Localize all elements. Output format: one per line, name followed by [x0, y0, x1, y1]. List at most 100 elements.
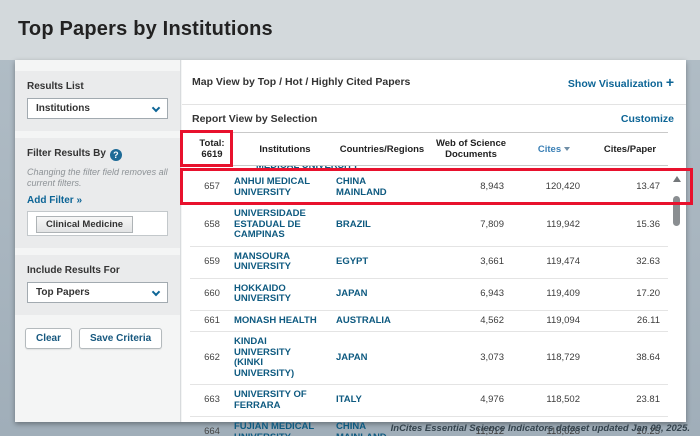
- docs-cell: 4,976: [428, 395, 514, 406]
- report-view-title: Report View by Selection: [192, 113, 317, 125]
- vertical-scroll-thumb[interactable]: [673, 196, 680, 226]
- map-view-bar: Map View by Top / Hot / Highly Cited Pap…: [182, 60, 686, 105]
- col-header-cites-per-paper[interactable]: Cites/Paper: [594, 144, 666, 155]
- institution-link[interactable]: FUJIAN MEDICAL UNIVERSITY: [234, 422, 336, 436]
- table-row-657[interactable]: 657 ANHUI MEDICAL UNIVERSITY CHINA MAINL…: [190, 172, 668, 204]
- total-header: Total: 6619: [190, 138, 234, 160]
- country-cell: JAPAN: [336, 353, 428, 364]
- institution-link[interactable]: HOKKAIDO UNIVERSITY: [234, 284, 336, 305]
- cites-per-paper-cell: 13.47: [594, 182, 666, 193]
- cites-per-paper-cell: 15.36: [594, 220, 666, 231]
- chevron-down-icon: [152, 104, 160, 112]
- country-cell: EGYPT: [336, 257, 428, 268]
- filter-section: Filter Results By? Changing the filter f…: [15, 138, 180, 248]
- page-title: Top Papers by Institutions: [18, 18, 273, 41]
- country-cell: AUSTRALIA: [336, 316, 428, 327]
- total-value: 6619: [190, 149, 234, 160]
- results-list-dropdown[interactable]: Institutions: [27, 98, 168, 119]
- cites-cell: 118,729: [514, 353, 594, 364]
- rank-cell: 658: [190, 220, 234, 231]
- country-cell: ITALY: [336, 395, 428, 406]
- sidebar-buttons: Clear Save Criteria: [15, 322, 180, 355]
- content-panel: Results List Institutions Filter Results…: [15, 60, 686, 422]
- add-filter-link[interactable]: Add Filter »: [27, 195, 168, 206]
- table-row-660[interactable]: 660 HOKKAIDO UNIVERSITY JAPAN 6,943 119,…: [190, 279, 668, 311]
- customize-link[interactable]: Customize: [621, 113, 674, 125]
- docs-cell: 8,943: [428, 182, 514, 193]
- rank-cell: 661: [190, 316, 234, 327]
- institution-link[interactable]: KINDAI UNIVERSITY (KINKI UNIVERSITY): [234, 337, 336, 379]
- page: Top Papers by Institutions Results List …: [0, 0, 700, 436]
- results-list-section: Results List Institutions: [15, 71, 180, 131]
- filter-chip-clinical-medicine[interactable]: Clinical Medicine: [36, 216, 133, 233]
- cites-cell: 119,409: [514, 289, 594, 300]
- institution-link[interactable]: UNIVERSIDADE ESTADUAL DE CAMPINAS: [234, 209, 336, 241]
- institution-link[interactable]: MONASH HEALTH: [234, 316, 336, 327]
- table-row-659[interactable]: 659 MANSOURA UNIVERSITY EGYPT 3,661 119,…: [190, 247, 668, 279]
- col-header-countries[interactable]: Countries/Regions: [336, 144, 428, 155]
- country-cell: CHINA MAINLAND: [336, 177, 428, 198]
- map-view-title: Map View by Top / Hot / Highly Cited Pap…: [192, 76, 410, 88]
- filter-note: Changing the filter field removes all cu…: [27, 167, 168, 189]
- include-results-value: Top Papers: [36, 287, 90, 298]
- table-row-663[interactable]: 663 UNIVERSITY OF FERRARA ITALY 4,976 11…: [190, 385, 668, 417]
- cites-cell: 119,474: [514, 257, 594, 268]
- cites-per-paper-cell: 32.63: [594, 257, 666, 268]
- rank-cell: 663: [190, 395, 234, 406]
- top-band: Top Papers by Institutions: [0, 0, 700, 60]
- table-row-662[interactable]: 662 KINDAI UNIVERSITY (KINKI UNIVERSITY)…: [190, 332, 668, 385]
- rank-cell: 657: [190, 182, 234, 193]
- table-header: Total: 6619 Institutions Countries/Regio…: [190, 132, 668, 166]
- total-label: Total:: [190, 138, 234, 149]
- save-criteria-button[interactable]: Save Criteria: [79, 328, 162, 349]
- show-visualization-text: Show Visualization: [568, 78, 663, 90]
- report-view-bar: Report View by Selection Customize: [182, 105, 686, 132]
- clipped-row-text: MEDICAL UNIVERSITY: [256, 166, 359, 171]
- show-visualization-link[interactable]: Show Visualization+: [568, 74, 674, 90]
- filter-box[interactable]: Clinical Medicine: [27, 211, 168, 236]
- cites-per-paper-cell: 38.64: [594, 353, 666, 364]
- dataset-update-note: InCites Essential Science Indicators dat…: [391, 423, 690, 434]
- docs-cell: 3,073: [428, 353, 514, 364]
- sort-desc-icon: [564, 147, 570, 151]
- cites-cell: 119,942: [514, 220, 594, 231]
- docs-cell: 4,562: [428, 316, 514, 327]
- clipped-previous-row: MEDICAL UNIVERSITY: [190, 166, 668, 172]
- institution-link[interactable]: MANSOURA UNIVERSITY: [234, 252, 336, 273]
- results-list-value: Institutions: [36, 103, 90, 114]
- plus-icon: +: [666, 74, 674, 90]
- rank-cell: 660: [190, 289, 234, 300]
- table-row-658[interactable]: 658 UNIVERSIDADE ESTADUAL DE CAMPINAS BR…: [190, 204, 668, 247]
- country-cell: BRAZIL: [336, 220, 428, 231]
- vertical-scrollbar[interactable]: [672, 172, 682, 436]
- clear-button[interactable]: Clear: [25, 328, 72, 349]
- chevron-down-icon: [152, 288, 160, 296]
- cites-per-paper-cell: 17.20: [594, 289, 666, 300]
- cites-header-text: Cites: [538, 144, 561, 155]
- docs-cell: 6,943: [428, 289, 514, 300]
- cites-per-paper-cell: 26.11: [594, 316, 666, 327]
- main-content: Map View by Top / Hot / Highly Cited Pap…: [182, 60, 686, 422]
- include-results-dropdown[interactable]: Top Papers: [27, 282, 168, 303]
- cites-cell: 118,502: [514, 395, 594, 406]
- institution-link[interactable]: UNIVERSITY OF FERRARA: [234, 390, 336, 411]
- include-results-label: Include Results For: [27, 265, 168, 276]
- table-row-661[interactable]: 661 MONASH HEALTH AUSTRALIA 4,562 119,09…: [190, 311, 668, 333]
- filter-by-text: Filter Results By: [27, 148, 106, 159]
- cites-per-paper-cell: 23.81: [594, 395, 666, 406]
- docs-cell: 7,809: [428, 220, 514, 231]
- col-header-wos-documents[interactable]: Web of Science Documents: [428, 138, 514, 160]
- cites-cell: 120,420: [514, 182, 594, 193]
- results-list-label: Results List: [27, 81, 168, 92]
- rank-cell: 659: [190, 257, 234, 268]
- filter-by-label: Filter Results By?: [27, 148, 168, 161]
- help-icon[interactable]: ?: [110, 149, 122, 161]
- scroll-up-icon[interactable]: [673, 176, 681, 182]
- sidebar: Results List Institutions Filter Results…: [15, 60, 181, 422]
- col-header-cites-sorted[interactable]: Cites: [514, 144, 594, 155]
- cites-cell: 119,094: [514, 316, 594, 327]
- col-header-institutions[interactable]: Institutions: [234, 144, 336, 155]
- rank-cell: 664: [190, 427, 234, 436]
- docs-cell: 3,661: [428, 257, 514, 268]
- institution-link[interactable]: ANHUI MEDICAL UNIVERSITY: [234, 177, 336, 198]
